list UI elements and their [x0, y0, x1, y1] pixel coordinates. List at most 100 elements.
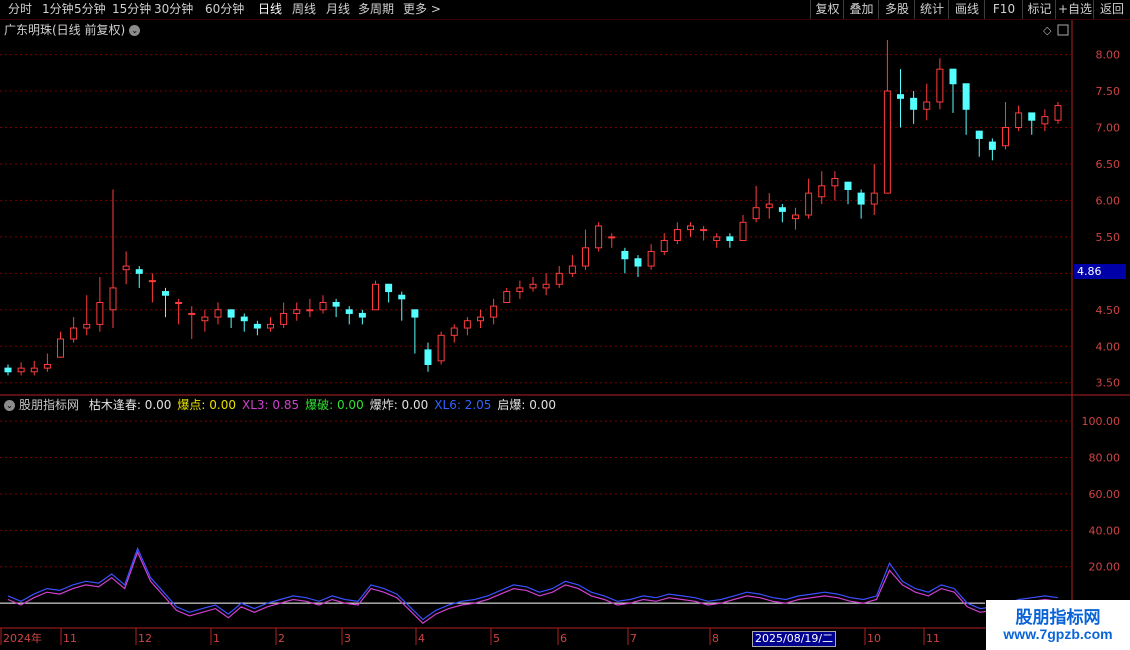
candle-body: [1041, 116, 1049, 125]
candle-body: [345, 309, 353, 314]
indicator-field-3: 爆破: 0.00: [305, 398, 364, 412]
candle-body: [962, 83, 970, 110]
indicator-tick-label: 20.00: [1089, 561, 1121, 574]
candle-body: [319, 302, 327, 311]
candle-body: [608, 236, 616, 239]
candle-body: [358, 312, 366, 318]
candle-body: [450, 327, 458, 336]
x-axis-label: 11: [926, 632, 940, 645]
chart-canvas[interactable]: 3.504.004.505.005.506.006.507.007.508.00…: [0, 0, 1130, 650]
candle-body: [57, 338, 64, 358]
x-axis-label: 10: [867, 632, 881, 645]
chevron-down-icon[interactable]: ⌄: [4, 400, 15, 411]
candle-body: [70, 327, 78, 340]
candle-body: [857, 192, 865, 205]
candle-body: [385, 283, 393, 293]
candle-body: [490, 305, 498, 318]
x-axis-label: 2: [278, 632, 285, 645]
candle-body: [739, 221, 747, 242]
candle-body: [477, 316, 484, 322]
candle-body: [17, 367, 25, 373]
candle-body: [582, 247, 589, 267]
candle-body: [162, 291, 169, 296]
candle-body: [647, 250, 655, 267]
candle-body: [306, 309, 314, 312]
indicator-field-1: 爆点: 0.00: [177, 398, 236, 412]
candle-body: [818, 185, 826, 198]
candle-body: [936, 68, 944, 103]
indicator-tick-label: 60.00: [1089, 488, 1121, 501]
price-tick-label: 3.50: [1096, 377, 1121, 390]
indicator-fields: 枯木逢春: 0.00 爆点: 0.00 XL3: 0.85 爆破: 0.00 爆炸: 0…: [83, 398, 556, 412]
candle-body: [529, 283, 537, 289]
candle-body: [1054, 105, 1062, 121]
watermark: 股朋指标网 www.7gpzb.com: [986, 600, 1130, 650]
candle-body: [4, 367, 12, 373]
indicator-tick-label: 40.00: [1089, 524, 1121, 537]
candle-body: [988, 141, 996, 150]
candle-body: [30, 367, 38, 373]
x-axis-label: 6: [560, 632, 567, 645]
indicator-field-5: XL6: 2.05: [434, 398, 492, 412]
candle-body: [516, 287, 524, 293]
x-axis-label: 8: [712, 632, 719, 645]
x-axis-label: 7: [630, 632, 637, 645]
candle-body: [293, 309, 301, 314]
candle-body: [253, 323, 261, 329]
candle-body: [424, 349, 432, 365]
candle-body: [411, 309, 419, 318]
x-axis-label: 1: [213, 632, 220, 645]
price-tick-label: 6.00: [1096, 194, 1121, 207]
candle-body: [463, 320, 471, 329]
candle-body: [555, 272, 563, 285]
candle-body: [227, 309, 235, 318]
price-tick-label: 4.50: [1096, 304, 1121, 317]
candle-body: [175, 302, 183, 304]
indicator-field-6: 启爆: 0.00: [497, 398, 556, 412]
indicator-tick-label: 80.00: [1089, 452, 1121, 465]
x-axis-label: 2024年: [3, 631, 42, 645]
indicator-title-bar: ⌄ 股朋指标网 枯木逢春: 0.00 爆点: 0.00 XL3: 0.85 爆破: 0.…: [4, 397, 556, 413]
candle-body: [109, 287, 117, 311]
candle-body: [883, 90, 891, 194]
candle-body: [1002, 127, 1009, 147]
last-price-tag: 4.86: [1074, 264, 1126, 279]
price-tick-label: 7.50: [1096, 85, 1121, 98]
indicator-tick-label: 100.00: [1082, 415, 1121, 428]
price-tick-label: 8.00: [1096, 49, 1121, 62]
diamond-icon: ◇: [1043, 24, 1052, 37]
candle-body: [43, 363, 51, 369]
candle-body: [503, 291, 511, 303]
candle-body: [568, 265, 576, 274]
candle-body: [214, 309, 222, 318]
candle-body: [792, 214, 799, 220]
candle-body: [398, 294, 406, 300]
x-axis-label: 12: [138, 632, 152, 645]
watermark-title: 股朋指标网: [1015, 608, 1101, 628]
candle-body: [752, 207, 760, 220]
candle-body: [148, 280, 156, 283]
candle-body: [201, 316, 209, 322]
candle-body: [870, 192, 878, 205]
watermark-url: www.7gpzb.com: [1003, 626, 1113, 642]
x-axis-label: 3: [344, 632, 351, 645]
candle-body: [332, 302, 340, 307]
candle-body: [910, 97, 918, 110]
candle-body: [372, 283, 379, 311]
candle-body: [765, 203, 773, 209]
candle-body: [135, 269, 143, 274]
candle-body: [188, 312, 196, 315]
candle-body: [700, 229, 708, 232]
candle-body: [844, 181, 852, 190]
price-tick-label: 5.50: [1096, 231, 1121, 244]
candle-body: [949, 68, 957, 85]
candle-body: [542, 283, 550, 289]
candle-body: [805, 192, 813, 216]
price-tick-label: 4.00: [1096, 340, 1121, 353]
candle-body: [975, 130, 983, 139]
candle-body: [726, 236, 734, 242]
candle-body: [673, 229, 681, 242]
indicator-field-4: 爆炸: 0.00: [369, 398, 429, 412]
indicator-name: 股朋指标网: [19, 398, 80, 412]
x-axis-label: 5: [493, 632, 500, 645]
